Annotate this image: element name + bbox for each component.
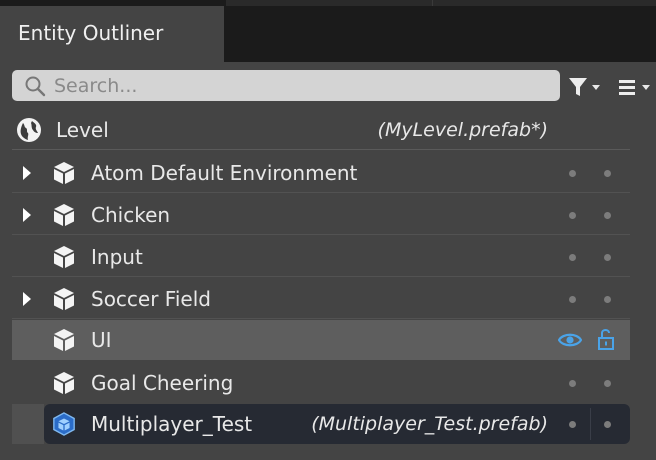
row-divider	[12, 234, 630, 235]
chevron-down-icon	[642, 84, 650, 90]
unlocked-icon[interactable]	[596, 327, 616, 351]
entity-cube-icon	[54, 288, 74, 310]
dock-strip	[226, 0, 656, 6]
entity-cube-icon	[54, 372, 74, 394]
search-icon	[25, 76, 46, 96]
entity-row[interactable]: Chicken	[12, 195, 630, 235]
visibility-dot[interactable]	[569, 254, 576, 261]
lock-dot[interactable]	[604, 212, 611, 219]
search-input[interactable]	[52, 73, 560, 98]
chevron-down-icon	[592, 84, 600, 90]
visibility-dot[interactable]	[569, 170, 576, 177]
search-box[interactable]	[12, 70, 560, 101]
entity-row-hovered[interactable]: UI	[12, 320, 630, 360]
entity-label: Multiplayer_Test	[91, 412, 253, 436]
prefab-cube-icon	[53, 412, 75, 436]
lock-dot[interactable]	[604, 421, 611, 428]
lock-dot[interactable]	[604, 170, 611, 177]
column-divider	[590, 408, 591, 440]
entity-cube-icon	[54, 329, 74, 351]
prefab-file-name: (Multiplayer_Test.prefab)	[311, 413, 548, 435]
row-divider	[12, 318, 630, 319]
expand-arrow-icon[interactable]	[23, 166, 31, 180]
entity-label: Soccer Field	[91, 287, 211, 311]
dock-divider	[432, 0, 433, 6]
visibility-dot[interactable]	[569, 421, 576, 428]
entity-row[interactable]: Soccer Field	[12, 279, 630, 319]
options-menu-button[interactable]	[618, 74, 650, 100]
filter-button[interactable]	[568, 74, 600, 100]
entity-label: UI	[91, 328, 112, 352]
tab-entity-outliner[interactable]: Entity Outliner	[0, 6, 224, 62]
visibility-dot[interactable]	[569, 380, 576, 387]
entity-row[interactable]: Input	[12, 237, 630, 277]
level-row[interactable]: Level (MyLevel.prefab*)	[12, 111, 630, 150]
selection-indent	[12, 404, 44, 444]
globe-icon	[17, 118, 41, 142]
entity-row-selected[interactable]: Multiplayer_Test (Multiplayer_Test.prefa…	[44, 404, 630, 444]
lock-dot[interactable]	[604, 380, 611, 387]
entity-label: Goal Cheering	[91, 371, 234, 395]
entity-label: Atom Default Environment	[91, 161, 358, 185]
lock-dot[interactable]	[604, 254, 611, 261]
entity-row[interactable]: Goal Cheering	[12, 363, 630, 403]
filter-icon	[569, 78, 587, 96]
entity-cube-icon	[54, 162, 74, 184]
lock-dot[interactable]	[604, 296, 611, 303]
level-label: Level	[56, 118, 109, 142]
expand-arrow-icon[interactable]	[23, 292, 31, 306]
hamburger-menu-icon	[619, 80, 635, 95]
row-divider	[12, 192, 630, 193]
eye-icon[interactable]	[558, 330, 582, 350]
entity-label: Chicken	[91, 203, 171, 227]
visibility-dot[interactable]	[569, 296, 576, 303]
expand-arrow-icon[interactable]	[23, 208, 31, 222]
level-prefab-name: (MyLevel.prefab*)	[377, 119, 548, 141]
entity-label: Input	[91, 245, 143, 269]
entity-cube-icon	[54, 204, 74, 226]
row-divider	[12, 276, 630, 277]
entity-cube-icon	[54, 246, 74, 268]
visibility-dot[interactable]	[569, 212, 576, 219]
entity-row[interactable]: Atom Default Environment	[12, 153, 630, 193]
